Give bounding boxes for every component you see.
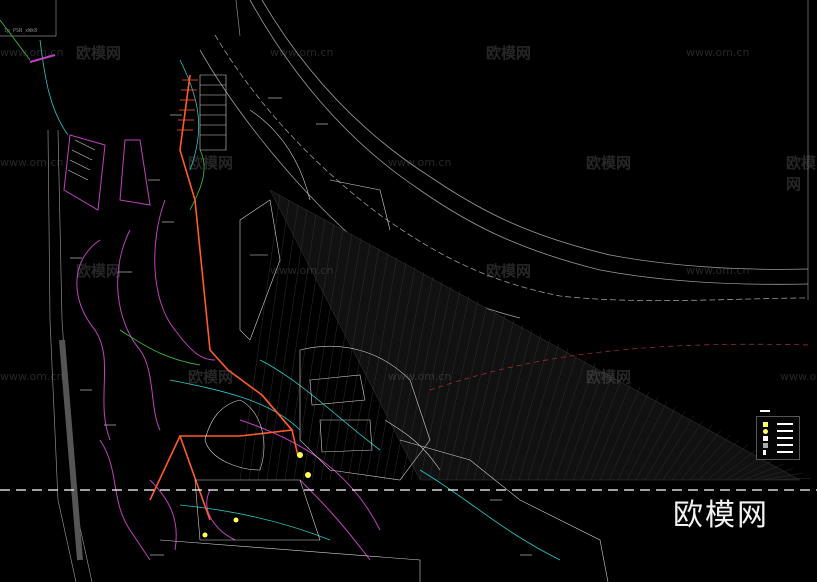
left-boundary-strip (47, 129, 93, 582)
legend-box (756, 416, 800, 460)
brand-watermark: 欧模网 (673, 498, 769, 533)
sensor-icon (763, 429, 768, 434)
parking-stalls (67, 74, 227, 181)
light-fixture-icon (763, 422, 768, 427)
branch-pipe-network (63, 134, 381, 561)
cad-drawing-canvas[interactable]: www.om.cn 欧模网 www.om.cn 欧模网 www.om.cn 欧模… (0, 0, 817, 582)
meter-icon (763, 443, 768, 448)
junction-box-icon (763, 436, 768, 441)
arrow-icon (763, 450, 766, 455)
drawing-layer-label: lp_PSN_xWk8 (4, 28, 38, 34)
hatched-zone (269, 189, 801, 481)
main-cable-route (149, 74, 299, 521)
parking-stripes-red (177, 79, 198, 131)
legend-title-mark (760, 410, 770, 412)
green-pipes (0, 19, 205, 366)
secondary-pipe-network (39, 39, 561, 561)
road-boundaries (199, 0, 809, 319)
callout-markers (202, 452, 311, 538)
